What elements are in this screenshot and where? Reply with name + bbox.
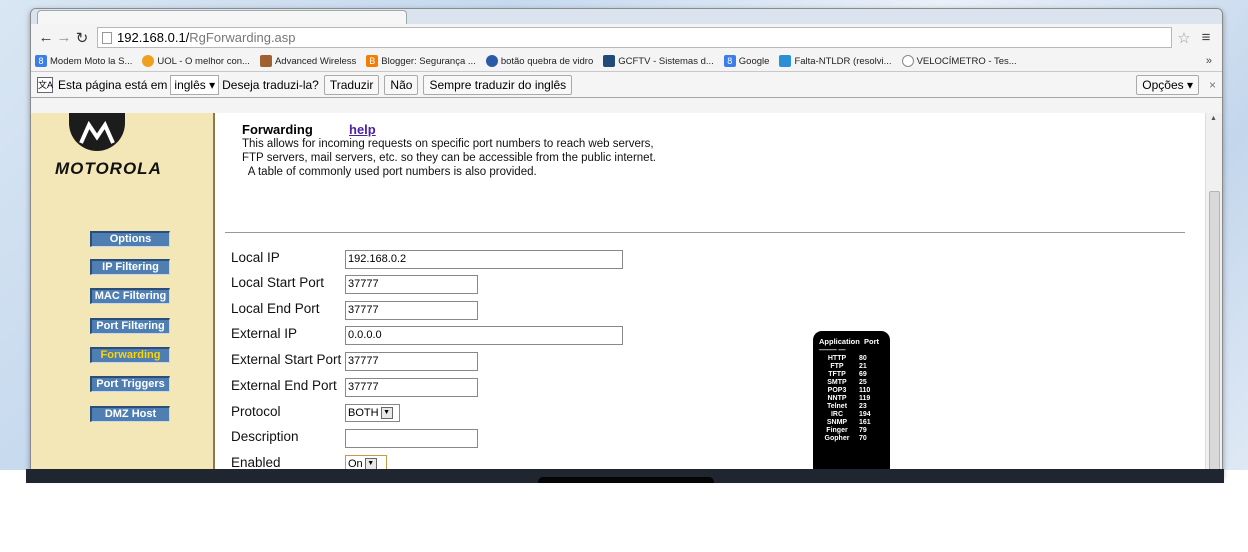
- port-table-row: Telnet 23: [826, 403, 867, 410]
- description-label: Description: [231, 429, 299, 444]
- local-start-port-input[interactable]: 37777: [345, 275, 478, 294]
- sidebar-item-mac-filtering[interactable]: MAC Filtering: [90, 288, 170, 304]
- port-table-header: Application Port: [819, 337, 880, 346]
- windows-icon: [779, 55, 792, 67]
- bookmark-item[interactable]: botão quebra de vidro: [485, 55, 593, 67]
- close-icon[interactable]: ×: [1209, 78, 1216, 92]
- bookmarks-bar: 8 Modem Moto la S... UOL - O melhor con..…: [31, 51, 1222, 71]
- port-table-row: IRC 194: [830, 411, 871, 418]
- page-title: Forwarding: [242, 122, 313, 137]
- translate-bar: 文A Esta página está em inglês ▾ Deseja t…: [31, 71, 1222, 98]
- bookmark-item[interactable]: Falta-NTLDR (resolvi...: [779, 55, 892, 67]
- sidebar: MOTOROLA Options IP Filtering MAC Filter…: [31, 113, 215, 476]
- translate-button[interactable]: Traduzir: [323, 74, 380, 95]
- options-button[interactable]: Opções ▾: [1136, 74, 1199, 95]
- sidebar-item-port-triggers[interactable]: Port Triggers: [90, 376, 170, 392]
- external-end-port-label: External End Port: [231, 378, 337, 393]
- url-host: 192.168.0.1/: [117, 30, 190, 45]
- enabled-label: Enabled: [231, 455, 281, 470]
- always-translate-button[interactable]: Sempre traduzir do inglês: [423, 74, 573, 95]
- uol-icon: [142, 55, 155, 67]
- google-icon: 8: [723, 55, 736, 67]
- no-button[interactable]: Não: [384, 74, 419, 95]
- page-content: MOTOROLA Options IP Filtering MAC Filter…: [31, 113, 1205, 476]
- chevron-down-icon: ▼: [380, 407, 393, 420]
- page-icon: [102, 31, 112, 44]
- sidebar-item-port-filtering[interactable]: Port Filtering: [90, 318, 170, 334]
- port-table-row: POP3 110: [827, 387, 871, 394]
- scroll-up-icon[interactable]: ▲: [1210, 115, 1217, 122]
- bookmarks-more-icon[interactable]: »: [1206, 55, 1218, 67]
- protocol-label: Protocol: [231, 404, 281, 419]
- bookmark-star-icon[interactable]: ☆: [1172, 29, 1196, 47]
- forward-arrow-icon[interactable]: →: [55, 29, 73, 46]
- port-table-row: SNMP 161: [826, 419, 871, 426]
- browser-tab[interactable]: [37, 10, 407, 24]
- bookmark-item[interactable]: 8 Modem Moto la S...: [35, 55, 132, 67]
- bookmark-item[interactable]: UOL - O melhor con...: [142, 55, 250, 67]
- reload-icon[interactable]: ↻: [73, 29, 91, 47]
- external-start-port-input[interactable]: 37777: [345, 352, 478, 371]
- local-start-port-label: Local Start Port: [231, 275, 325, 290]
- local-ip-input[interactable]: 192.168.0.2: [345, 250, 623, 269]
- port-number-table: Application Port --------------- ------ …: [813, 331, 890, 476]
- translate-icon: 文A: [37, 76, 53, 93]
- tools-icon: [259, 55, 272, 67]
- browser-window: ← → ↻ 192.168.0.1/RgForwarding.asp ☆ ≡ 8…: [30, 8, 1223, 477]
- language-select[interactable]: inglês ▾: [170, 74, 220, 95]
- port-table-separator: --------------- ------: [819, 347, 846, 353]
- main-panel: Forwarding help This allows for incoming…: [217, 113, 1187, 476]
- back-arrow-icon[interactable]: ←: [37, 29, 55, 46]
- menu-icon[interactable]: ≡: [1196, 29, 1216, 46]
- bookmark-item[interactable]: VELOCÍMETRO - Tes...: [901, 55, 1017, 67]
- globe-icon: [485, 55, 498, 67]
- translate-prefix: Esta página está em: [58, 77, 168, 92]
- translate-question: Deseja traduzi-la?: [222, 77, 319, 92]
- blogger-icon: B: [366, 55, 379, 67]
- external-start-port-label: External Start Port: [231, 352, 342, 367]
- port-table-row: Finger 79: [826, 427, 867, 434]
- bookmark-item[interactable]: Advanced Wireless: [259, 55, 356, 67]
- description-input[interactable]: [345, 429, 478, 448]
- speedometer-icon: [901, 55, 914, 67]
- port-table-row: Gopher 70: [824, 435, 867, 442]
- url-field[interactable]: 192.168.0.1/RgForwarding.asp: [97, 27, 1172, 48]
- taskbar-strip: [26, 469, 1224, 483]
- external-end-port-input[interactable]: 37777: [345, 378, 478, 397]
- sidebar-item-forwarding[interactable]: Forwarding: [90, 347, 170, 363]
- local-end-port-label: Local End Port: [231, 301, 320, 316]
- local-end-port-input[interactable]: 37777: [345, 301, 478, 320]
- help-link[interactable]: help: [349, 122, 376, 137]
- protocol-select[interactable]: BOTH ▼: [345, 404, 400, 422]
- bookmark-item[interactable]: GCFTV - Sistemas d...: [603, 55, 714, 67]
- port-table-row: HTTP 80: [827, 355, 867, 362]
- url-path: RgForwarding.asp: [189, 30, 296, 45]
- divider: [225, 232, 1185, 233]
- address-bar-row: ← → ↻ 192.168.0.1/RgForwarding.asp ☆ ≡: [31, 24, 1222, 51]
- google-icon: 8: [35, 55, 47, 67]
- external-ip-input[interactable]: 0.0.0.0: [345, 326, 623, 345]
- sidebar-item-dmz-host[interactable]: DMZ Host: [90, 406, 170, 422]
- brand-name: MOTOROLA: [55, 159, 162, 178]
- bookmark-item[interactable]: 8 Google: [723, 55, 769, 67]
- vertical-scrollbar[interactable]: ▲: [1205, 113, 1222, 476]
- local-ip-label: Local IP: [231, 250, 280, 265]
- bookmark-item[interactable]: B Blogger: Segurança ...: [366, 55, 476, 67]
- sidebar-item-ip-filtering[interactable]: IP Filtering: [90, 259, 170, 275]
- port-table-row: NNTP 119: [827, 395, 871, 402]
- motorola-logo-icon: [69, 113, 125, 151]
- scrollbar-thumb[interactable]: [1209, 191, 1220, 471]
- external-ip-label: External IP: [231, 326, 298, 341]
- port-table-row: SMTP 25: [827, 379, 867, 386]
- port-table-row: FTP 21: [830, 363, 867, 370]
- sidebar-item-options[interactable]: Options: [90, 231, 170, 247]
- page-description: This allows for incoming requests on spe…: [242, 138, 656, 178]
- tab-strip: [31, 9, 1222, 24]
- port-table-row: TFTP 69: [828, 371, 867, 378]
- gcftv-icon: [603, 55, 616, 67]
